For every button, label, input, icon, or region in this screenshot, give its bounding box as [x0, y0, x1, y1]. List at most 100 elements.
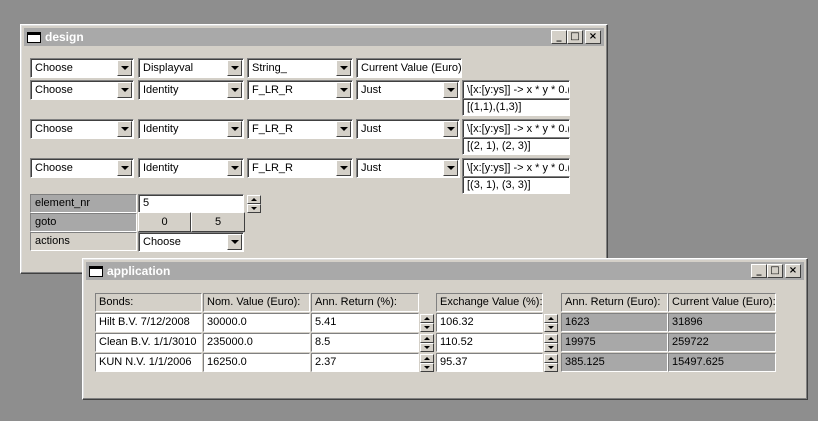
ann-return-input[interactable]: 5.41	[311, 313, 419, 332]
spin-up-icon[interactable]	[420, 314, 434, 323]
just-select[interactable]: Just	[356, 80, 460, 100]
choose-value: Choose	[35, 162, 73, 174]
spin-down-icon[interactable]	[420, 363, 434, 372]
nom-value-input[interactable]: 30000.0	[203, 313, 310, 332]
goto-5-button[interactable]: 5	[191, 212, 245, 232]
chevron-down-icon[interactable]	[443, 160, 458, 176]
exchange-value-stepper[interactable]	[544, 334, 558, 352]
chevron-down-icon[interactable]	[117, 82, 132, 98]
exchange-value-input[interactable]: 106.32	[436, 313, 543, 332]
current-value-cell: 15497.625	[668, 353, 776, 372]
minimize-button[interactable]: _	[751, 264, 767, 278]
exchange-value-input[interactable]: 110.52	[436, 333, 543, 352]
just-value: Just	[361, 84, 382, 96]
choose-select[interactable]: Choose	[30, 119, 134, 139]
function-value: Identity	[143, 123, 179, 135]
spin-up-icon[interactable]	[420, 354, 434, 363]
spin-up-icon[interactable]	[544, 314, 558, 323]
spin-down-icon[interactable]	[544, 363, 558, 372]
choose-value: Choose	[35, 123, 73, 135]
operation-select[interactable]: F_LR_R	[247, 119, 353, 139]
operation-select[interactable]: String_	[247, 58, 353, 78]
design-window: design _ □ × Choose Displayval String_ C…	[20, 24, 608, 274]
chevron-down-icon[interactable]	[336, 160, 351, 176]
element-nr-stepper[interactable]	[247, 195, 261, 213]
spin-up-icon[interactable]	[544, 334, 558, 343]
just-value: Just	[361, 162, 382, 174]
application-window: application _ □ × Bonds: Nom. Value (Eur…	[82, 258, 808, 400]
element-nr-label: element_nr	[30, 194, 137, 213]
maximize-button[interactable]: □	[567, 30, 583, 44]
design-titlebar[interactable]: design _ □ ×	[24, 28, 604, 46]
choose-select[interactable]: Choose	[30, 158, 134, 178]
ann-return-stepper[interactable]	[420, 334, 434, 352]
just-select[interactable]: Just	[356, 119, 460, 139]
chevron-down-icon[interactable]	[117, 60, 132, 76]
function-select[interactable]: Identity	[138, 119, 244, 139]
goto-label: goto	[30, 213, 137, 232]
chevron-down-icon[interactable]	[443, 82, 458, 98]
spin-down-icon[interactable]	[420, 343, 434, 352]
spin-up-icon[interactable]	[247, 195, 261, 204]
operation-value: F_LR_R	[252, 84, 293, 96]
expression-field[interactable]: \[x:[y:ys]] -> x * y * 0.(	[462, 80, 570, 100]
goto-0-button[interactable]: 0	[138, 212, 191, 232]
chevron-down-icon[interactable]	[117, 121, 132, 137]
current-value-cell: 259722	[668, 333, 776, 352]
chevron-down-icon[interactable]	[227, 234, 242, 250]
exchange-value-input[interactable]: 95.37	[436, 353, 543, 372]
chevron-down-icon[interactable]	[336, 60, 351, 76]
expression-field[interactable]: \[x:[y:ys]] -> x * y * 0.(	[462, 119, 570, 139]
ann-return-input[interactable]: 2.37	[311, 353, 419, 372]
just-value: Just	[361, 123, 382, 135]
design-title: design	[45, 30, 84, 44]
close-button[interactable]: ×	[785, 264, 801, 278]
choose-select[interactable]: Choose	[30, 80, 134, 100]
exchange-value-stepper[interactable]	[544, 354, 558, 372]
chevron-down-icon[interactable]	[227, 121, 242, 137]
ann-return-stepper[interactable]	[420, 314, 434, 332]
bond-name-cell: Hilt B.V. 7/12/2008	[95, 313, 202, 332]
chevron-down-icon[interactable]	[227, 60, 242, 76]
actions-select[interactable]: Choose	[138, 232, 244, 252]
choose-select[interactable]: Choose	[30, 58, 134, 78]
choose-value: Choose	[35, 84, 73, 96]
exchange-value-stepper[interactable]	[544, 314, 558, 332]
function-select[interactable]: Identity	[138, 80, 244, 100]
function-select[interactable]: Displayval	[138, 58, 244, 78]
chevron-down-icon[interactable]	[336, 121, 351, 137]
chevron-down-icon[interactable]	[227, 82, 242, 98]
chevron-down-icon[interactable]	[336, 82, 351, 98]
chevron-down-icon[interactable]	[117, 160, 132, 176]
expression-field[interactable]: \[x:[y:ys]] -> x * y * 0.(	[462, 158, 570, 178]
spin-down-icon[interactable]	[544, 323, 558, 332]
ann-return-stepper[interactable]	[420, 354, 434, 372]
ann-return-input[interactable]: 8.5	[311, 333, 419, 352]
operation-select[interactable]: F_LR_R	[247, 158, 353, 178]
chevron-down-icon[interactable]	[443, 121, 458, 137]
operation-select[interactable]: F_LR_R	[247, 80, 353, 100]
spin-up-icon[interactable]	[544, 354, 558, 363]
function-select[interactable]: Identity	[138, 158, 244, 178]
chevron-down-icon[interactable]	[227, 160, 242, 176]
display-label-field[interactable]: Current Value (Euro):	[356, 58, 462, 78]
application-titlebar[interactable]: application _ □ ×	[86, 262, 804, 280]
bonds-header: Bonds:	[95, 293, 202, 312]
window-icon[interactable]	[89, 265, 103, 277]
minimize-button[interactable]: _	[551, 30, 567, 44]
spin-down-icon[interactable]	[247, 204, 261, 213]
just-select[interactable]: Just	[356, 158, 460, 178]
actions-value: Choose	[143, 236, 181, 248]
choose-value: Choose	[35, 62, 73, 74]
nom-value-input[interactable]: 235000.0	[203, 333, 310, 352]
spin-up-icon[interactable]	[420, 334, 434, 343]
close-button[interactable]: ×	[585, 30, 601, 44]
nom-value-input[interactable]: 16250.0	[203, 353, 310, 372]
spin-down-icon[interactable]	[420, 323, 434, 332]
maximize-button[interactable]: □	[767, 264, 783, 278]
spin-down-icon[interactable]	[544, 343, 558, 352]
window-icon[interactable]	[27, 31, 41, 43]
function-value: Identity	[143, 84, 179, 96]
element-nr-input[interactable]: 5	[138, 194, 244, 213]
operation-value: F_LR_R	[252, 123, 293, 135]
